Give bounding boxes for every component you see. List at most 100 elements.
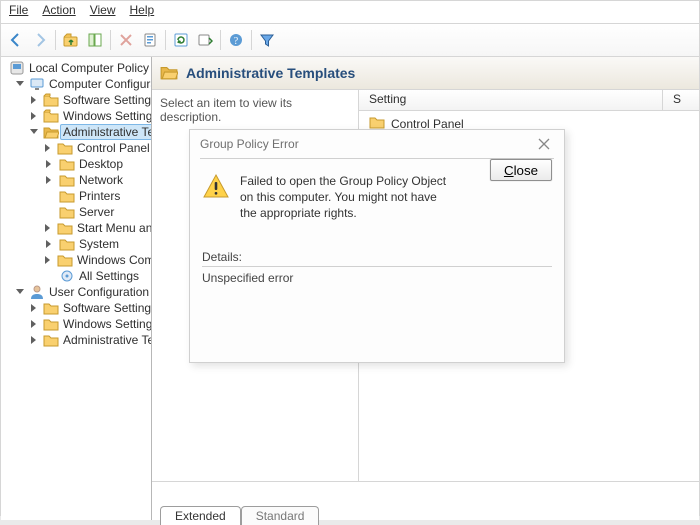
menu-file[interactable]: File: [9, 3, 28, 21]
collapse-icon[interactable]: [15, 287, 25, 297]
tree-computer-config[interactable]: Computer Configuration: [1, 76, 151, 92]
details-heading: Administrative Templates: [152, 57, 699, 90]
expand-icon[interactable]: [29, 111, 39, 121]
tree-network[interactable]: Network: [1, 172, 151, 188]
collapse-icon[interactable]: [29, 127, 39, 137]
tree-control-panel[interactable]: Control Panel: [1, 140, 151, 156]
menu-action-label: Action: [42, 3, 75, 17]
tree-label: Network: [79, 173, 123, 187]
folder-icon: [57, 220, 73, 236]
properties-icon: [142, 32, 158, 48]
tree-label: Desktop: [79, 157, 123, 171]
tree-windows-settings[interactable]: Windows Settings: [1, 108, 151, 124]
forward-button[interactable]: [29, 29, 51, 51]
tree-label: All Settings: [79, 269, 139, 283]
menu-view[interactable]: View: [90, 3, 116, 21]
folder-icon: [59, 172, 75, 188]
list-header: Setting S: [359, 90, 699, 111]
properties-button[interactable]: [139, 29, 161, 51]
expand-icon[interactable]: [43, 159, 55, 169]
details-h-scrollbar[interactable]: [342, 482, 699, 496]
menu-action[interactable]: Action: [42, 3, 75, 21]
tree-uc-admin[interactable]: Administrative Templates: [1, 332, 151, 348]
tree-uc-software[interactable]: Software Settings: [1, 300, 151, 316]
toolbar-separator: [251, 30, 252, 50]
svg-text:?: ?: [234, 36, 239, 47]
tree-software-settings[interactable]: Software Settings: [1, 92, 151, 108]
back-button[interactable]: [5, 29, 27, 51]
folder-icon: [59, 188, 75, 204]
tree-system[interactable]: System: [1, 236, 151, 252]
column-setting[interactable]: Setting: [359, 90, 663, 110]
details-label: Details:: [202, 250, 552, 264]
folder-open-icon: [160, 63, 178, 84]
close-button-label: Close: [504, 163, 538, 178]
tree-label: Server: [79, 205, 114, 219]
expand-icon[interactable]: [43, 143, 53, 153]
tree-root[interactable]: Local Computer Policy: [1, 60, 151, 76]
tree-h-scrollbar[interactable]: [1, 506, 151, 520]
tree-printers[interactable]: Printers: [1, 188, 151, 204]
help-button[interactable]: ?: [225, 29, 247, 51]
delete-button[interactable]: [115, 29, 137, 51]
tree-label: Windows Settings: [63, 317, 151, 331]
details-text: Unspecified error: [202, 266, 552, 289]
expand-icon[interactable]: [29, 303, 39, 313]
tree-label: Computer Configuration: [49, 77, 151, 91]
help-icon: ?: [228, 32, 244, 48]
menu-help[interactable]: Help: [130, 3, 155, 21]
folder-icon: [43, 92, 59, 108]
tree-label: Printers: [79, 189, 120, 203]
toolbar-separator: [165, 30, 166, 50]
filter-icon: [259, 32, 275, 48]
folder-icon: [43, 108, 59, 124]
tree-server[interactable]: Server: [1, 204, 151, 220]
filter-button[interactable]: [256, 29, 278, 51]
expand-icon[interactable]: [29, 95, 39, 105]
refresh-button[interactable]: [170, 29, 192, 51]
export-list-button[interactable]: [194, 29, 216, 51]
dialog-message-row: Failed to open the Group Policy Object o…: [202, 173, 552, 222]
column-label: Setting: [369, 92, 406, 106]
menu-file-label: File: [9, 3, 28, 17]
expand-icon[interactable]: [43, 223, 53, 233]
expand-icon[interactable]: [29, 319, 39, 329]
menubar: File Action View Help: [1, 1, 699, 24]
show-hide-tree-button[interactable]: [84, 29, 106, 51]
tree-windows-components[interactable]: Windows Components: [1, 252, 151, 268]
tree-uc-windows[interactable]: Windows Settings: [1, 316, 151, 332]
collapse-icon[interactable]: [15, 79, 25, 89]
tree-label: Control Panel: [77, 141, 150, 155]
user-icon: [29, 284, 45, 300]
expand-icon[interactable]: [29, 335, 39, 345]
show-hide-tree-icon: [87, 32, 103, 48]
up-one-level-button[interactable]: [60, 29, 82, 51]
expand-icon[interactable]: [43, 255, 53, 265]
settings-icon: [59, 268, 75, 284]
tree-label: Windows Components: [77, 253, 151, 267]
tree-label: System: [79, 237, 119, 251]
tree-desktop[interactable]: Desktop: [1, 156, 151, 172]
tree-user-config[interactable]: User Configuration: [1, 284, 151, 300]
column-state[interactable]: S: [663, 90, 699, 110]
tree-label: User Configuration: [49, 285, 149, 299]
details-heading-text: Administrative Templates: [186, 65, 355, 81]
tree-label: Software Settings: [63, 301, 151, 315]
tree-admin-templates[interactable]: Administrative Templates: [1, 124, 151, 140]
tree-label: Administrative Templates: [63, 333, 151, 347]
tree-label: Windows Settings: [63, 109, 151, 123]
tree-start-menu[interactable]: Start Menu and Taskbar: [1, 220, 151, 236]
column-label: S: [673, 92, 681, 106]
description-prompt: Select an item to view its description.: [160, 96, 292, 124]
dialog-body: Failed to open the Group Policy Object o…: [190, 159, 564, 362]
dialog-close-button[interactable]: [534, 134, 554, 154]
expand-icon[interactable]: [43, 239, 55, 249]
folder-icon: [43, 316, 59, 332]
close-button[interactable]: Close: [490, 159, 552, 181]
expand-icon[interactable]: [43, 175, 55, 185]
back-icon: [8, 32, 24, 48]
toolbar-separator: [220, 30, 221, 50]
tree-all-settings[interactable]: All Settings: [1, 268, 151, 284]
toolbar-separator: [55, 30, 56, 50]
details-tabs: Extended Standard: [152, 496, 699, 520]
